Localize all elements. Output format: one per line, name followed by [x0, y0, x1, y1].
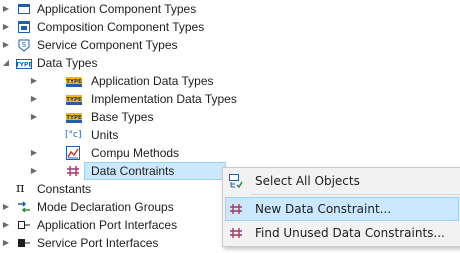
menu-separator	[251, 194, 460, 195]
expand-arrow-icon[interactable]: ▶	[1, 198, 11, 216]
type-icon: TYPE	[66, 76, 82, 87]
expand-arrow-icon[interactable]: ▶	[1, 0, 11, 18]
tree-item-data-types[interactable]: ◢ TYPE Data Types	[0, 54, 460, 72]
type-icon: TYPE	[66, 112, 82, 123]
context-menu: Select All Objects New Data Constraint..…	[222, 167, 460, 247]
window-icon	[17, 2, 31, 16]
tree-item-label: Data Types	[37, 56, 98, 70]
service-port-icon	[17, 236, 31, 250]
expand-arrow-icon[interactable]: ▶	[1, 234, 11, 252]
tree-item-label: Application Data Types	[91, 74, 214, 88]
select-all-icon	[229, 174, 243, 189]
tree-item-label: Application Port Interfaces	[37, 218, 178, 232]
tree-item-application-data-types[interactable]: ▶ TYPE Application Data Types	[0, 72, 460, 90]
constraint-icon	[66, 164, 80, 178]
pi-icon: π	[16, 181, 25, 196]
tree-item-label: Mode Declaration Groups	[37, 200, 174, 214]
tree-item-label: Constants	[37, 182, 92, 196]
svg-text:S: S	[22, 41, 27, 49]
menu-item-label: Select All Objects	[255, 174, 360, 188]
tree-item-label: Service Port Interfaces	[37, 236, 159, 250]
expand-arrow-icon[interactable]: ▶	[1, 216, 11, 234]
expand-arrow-icon[interactable]: ▶	[29, 72, 39, 90]
chart-icon	[66, 146, 80, 160]
tree-item-base-types[interactable]: ▶ TYPE Base Types	[0, 108, 460, 126]
expand-arrow-icon[interactable]: ▶	[29, 108, 39, 126]
tree-item-label: Units	[91, 128, 119, 142]
tree-item-compu-methods[interactable]: ▶ Compu Methods	[0, 144, 460, 162]
tree-item-label: Application Component Types	[37, 2, 197, 16]
menu-item-find-unused-data-constraints[interactable]: Find Unused Data Constraints...	[225, 221, 459, 245]
tree-item-label: Service Component Types	[37, 38, 178, 52]
collapse-arrow-icon[interactable]: ◢	[1, 54, 11, 72]
service-icon: S	[17, 38, 31, 52]
tree-item-label: Data Contraints	[91, 164, 175, 178]
type-icon: TYPE	[16, 58, 32, 69]
tree-item-label: Implementation Data Types	[91, 92, 237, 106]
expand-arrow-icon[interactable]: ▶	[1, 18, 11, 36]
menu-item-label: New Data Constraint...	[255, 202, 392, 216]
constraint-icon	[229, 202, 243, 216]
tree-item-service-component-types[interactable]: ▶ S Service Component Types	[0, 36, 460, 54]
tree-item-application-component-types[interactable]: ▶ Application Component Types	[0, 0, 460, 18]
tree-item-implementation-data-types[interactable]: ▶ TYPE Implementation Data Types	[0, 90, 460, 108]
expand-arrow-icon[interactable]: ▶	[29, 144, 39, 162]
menu-item-label: Find Unused Data Constraints...	[255, 226, 445, 240]
type-icon: TYPE	[66, 94, 82, 105]
mode-icon	[17, 200, 31, 214]
svg-text:TYPE: TYPE	[66, 97, 82, 103]
menu-item-new-data-constraint[interactable]: New Data Constraint...	[225, 197, 459, 221]
tree-item-units[interactable]: [°c] Units	[0, 126, 460, 144]
tree-item-composition-component-types[interactable]: ▶ Composition Component Types	[0, 18, 460, 36]
tree-item-label: Base Types	[91, 110, 154, 124]
units-icon: [°c]	[65, 130, 82, 140]
svg-text:TYPE: TYPE	[66, 115, 82, 121]
tree-item-label: Compu Methods	[91, 146, 180, 160]
svg-text:TYPE: TYPE	[16, 62, 32, 69]
constraint-icon	[229, 226, 243, 240]
svg-text:TYPE: TYPE	[66, 79, 82, 85]
menu-item-select-all-objects[interactable]: Select All Objects	[225, 169, 459, 193]
port-interface-icon	[17, 218, 31, 232]
tree-item-label: Composition Component Types	[37, 20, 205, 34]
composition-icon	[17, 20, 31, 34]
expand-arrow-icon[interactable]: ▶	[29, 162, 39, 180]
expand-arrow-icon[interactable]: ▶	[29, 90, 39, 108]
expand-arrow-icon[interactable]: ▶	[1, 36, 11, 54]
